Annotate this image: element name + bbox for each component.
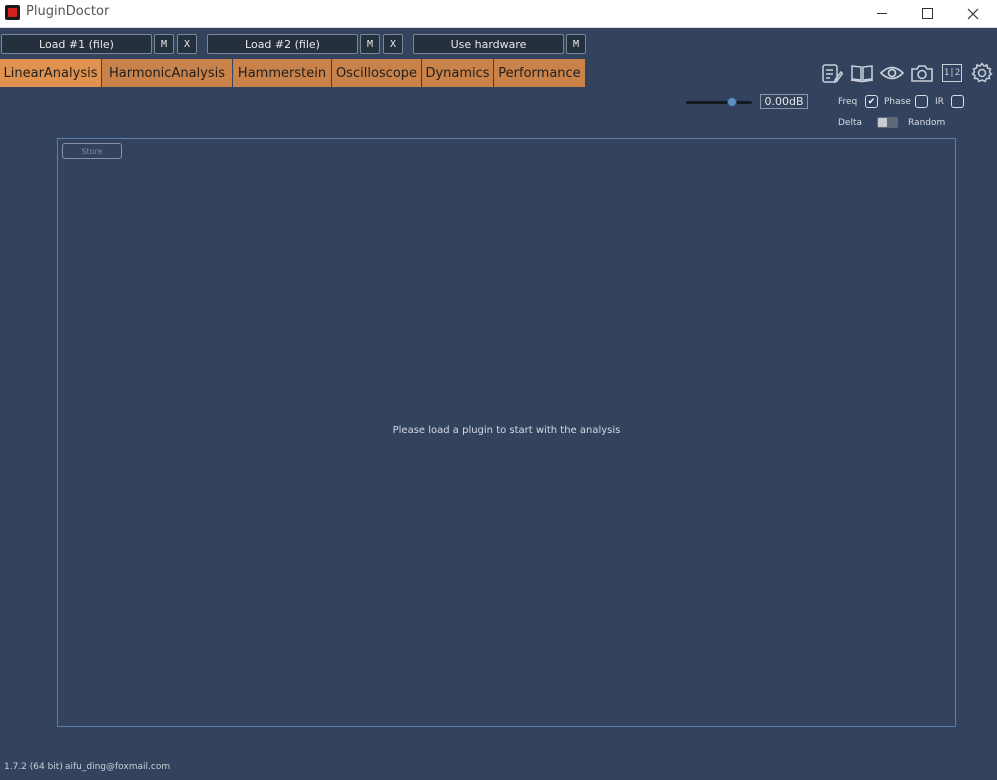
- freq-label: Freq: [838, 97, 858, 107]
- plugin-1-x-button[interactable]: X: [177, 34, 197, 54]
- phase-label: Phase: [884, 97, 911, 107]
- tab-performance[interactable]: Performance: [494, 59, 586, 87]
- hardware-m-button[interactable]: M: [566, 34, 586, 54]
- camera-icon: [911, 65, 933, 82]
- load-plugin-2-button[interactable]: Load #2 (file): [207, 34, 358, 54]
- notes-edit-button[interactable]: [820, 61, 844, 85]
- plugindoctor-app-icon: [5, 5, 20, 20]
- title-bar: PluginDoctor: [0, 0, 997, 28]
- minimize-icon: [877, 13, 887, 14]
- eye-icon: [880, 66, 904, 80]
- gain-value-field[interactable]: 0.00dB: [760, 94, 808, 109]
- window-title: PluginDoctor: [26, 4, 110, 19]
- close-button[interactable]: [950, 0, 996, 27]
- plugin-2-x-button[interactable]: X: [383, 34, 403, 54]
- tab-dynamics[interactable]: Dynamics: [422, 59, 494, 87]
- delta-label: Delta: [838, 118, 863, 128]
- analysis-plot-panel: Store Please load a plugin to start with…: [57, 138, 956, 727]
- tab-linear-analysis[interactable]: LinearAnalysis: [0, 59, 102, 87]
- ir-label: IR: [935, 97, 944, 107]
- ir-checkbox[interactable]: [951, 95, 964, 108]
- maximize-icon: [921, 8, 933, 19]
- gain-slider[interactable]: [686, 101, 752, 104]
- delta-random-toggle[interactable]: [877, 117, 898, 128]
- tab-oscilloscope[interactable]: Oscilloscope: [332, 59, 422, 87]
- maximize-button[interactable]: [904, 0, 950, 27]
- manual-button[interactable]: [850, 61, 874, 85]
- author-email-label: aifu_ding@foxmail.com: [65, 762, 171, 772]
- phase-checkbox[interactable]: [915, 95, 928, 108]
- tab-hammerstein[interactable]: Hammerstein: [233, 59, 332, 87]
- load-plugin-1-button[interactable]: Load #1 (file): [1, 34, 152, 54]
- view-button[interactable]: [880, 61, 904, 85]
- gain-slider-fill: [686, 101, 733, 104]
- notes-edit-icon: [822, 64, 843, 84]
- gear-icon: [971, 62, 993, 83]
- store-button[interactable]: Store: [62, 143, 122, 159]
- empty-plot-message: Please load a plugin to start with the a…: [392, 425, 621, 436]
- minimize-button[interactable]: [859, 0, 905, 27]
- gain-slider-handle[interactable]: [727, 97, 738, 107]
- settings-button[interactable]: [970, 61, 994, 85]
- plugin-2-m-button[interactable]: M: [360, 34, 380, 54]
- plugin-1-m-button[interactable]: M: [154, 34, 174, 54]
- book-icon: [850, 65, 874, 83]
- close-icon: [967, 8, 979, 19]
- screenshot-button[interactable]: [910, 61, 934, 85]
- version-label: 1.7.2 (64 bit): [4, 762, 63, 772]
- one-two-icon: 1|2: [942, 64, 962, 82]
- plugin-compare-button[interactable]: 1|2: [940, 61, 964, 85]
- use-hardware-button[interactable]: Use hardware: [413, 34, 564, 54]
- tab-harmonic-analysis[interactable]: HarmonicAnalysis: [102, 59, 233, 87]
- check-icon: ✔: [867, 96, 876, 107]
- freq-checkbox[interactable]: ✔: [865, 95, 878, 108]
- random-label: Random: [908, 118, 946, 128]
